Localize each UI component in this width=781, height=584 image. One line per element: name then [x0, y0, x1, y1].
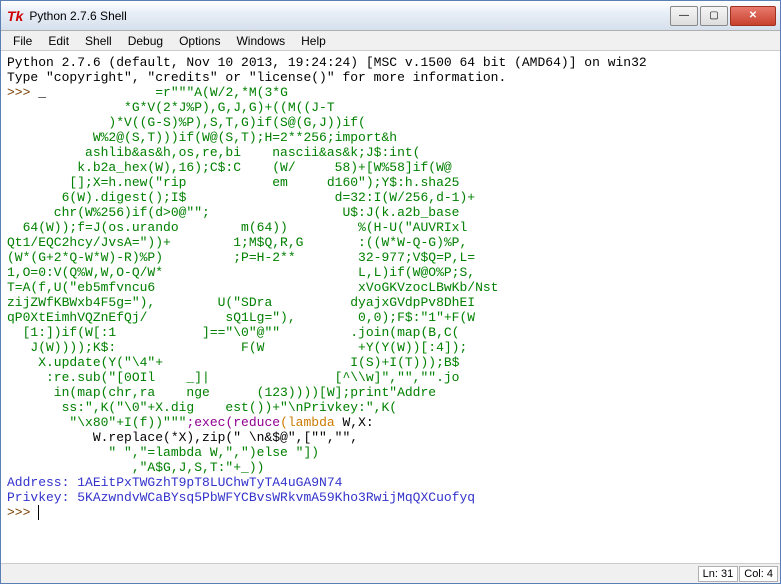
code-line: chr(W%256)if(d>0@""; U$:J(k.a2b_base	[7, 205, 459, 220]
window-title: Python 2.7.6 Shell	[29, 9, 670, 23]
output-address: Address: 1AEitPxTWGzhT9pT8LUChwTyTA4uGA9…	[7, 475, 342, 490]
output-privkey: Privkey: 5KAzwndvWCaBYsq5PbWFYCBvsWRkvmA…	[7, 490, 475, 505]
code-line: ss:",K("\0"+X.dig est())+"\nPrivkey:",K(	[7, 400, 397, 415]
shell-content[interactable]: Python 2.7.6 (default, Nov 10 2013, 19:2…	[1, 51, 780, 563]
tail-line: W.replace(*X),zip(" \n&$@",["","",	[7, 430, 358, 445]
menubar: File Edit Shell Debug Options Windows He…	[1, 31, 780, 51]
exec-keyword: ;exec(	[186, 415, 233, 430]
prompt: >>>	[7, 505, 38, 520]
code-line: 6(W).digest();I$ d=32:I(W/256,d-1)+	[7, 190, 475, 205]
header-line1: Python 2.7.6 (default, Nov 10 2013, 19:2…	[7, 55, 647, 70]
code-line: T=A(f,U("eb5mfvncu6 xVoGKVzocLBwKb/Nst	[7, 280, 498, 295]
code-line: )*V((G-S)%P),S,T,G)if(S@(G,J))if(	[7, 115, 366, 130]
menu-shell[interactable]: Shell	[77, 32, 120, 50]
code-line: 1,O=0:V(Q%W,W,O-Q/W* L,L)if(W@O%P;S,	[7, 265, 475, 280]
code-line: zijZWfKBWxb4F5g="), U("SDra dyajxGVdpPv8…	[7, 295, 475, 310]
code-line: =r"""A(W/2,*M(3*G	[155, 85, 288, 100]
menu-file[interactable]: File	[5, 32, 40, 50]
code-line: Qt1/EQC2hcy/JvsA="))+ 1;M$Q,R,G :((W*W-Q…	[7, 235, 467, 250]
menu-help[interactable]: Help	[293, 32, 334, 50]
code-line: qP0XtEimhVQZnEfQj/ sQ1Lg="), 0,0);F$:"1"…	[7, 310, 475, 325]
code-line: :re.sub("[0OIl _]| [^\\w]","","".jo	[7, 370, 459, 385]
code-line: W%2@(S,T)))if(W@(S,T);H=2**256;import&h	[7, 130, 397, 145]
status-line: Ln: 31	[698, 566, 739, 582]
titlebar[interactable]: Tk Python 2.7.6 Shell — ▢ ✕	[1, 1, 780, 31]
code-line: *G*V(2*J%P),G,J,G)+((M((J-T	[7, 100, 335, 115]
code-line: in(map(chr,ra nge (123))))[W];print"Addr…	[7, 385, 436, 400]
cursor	[38, 505, 47, 520]
tail-line: ,"A$G,J,S,T:"+_))	[7, 460, 264, 475]
statusbar: Ln: 31 Col: 4	[1, 563, 780, 583]
lambda-tail: W,X:	[335, 415, 374, 430]
code-line: k.b2a_hex(W),16);C$:C (W/ 58)+[W%58]if(W…	[7, 160, 452, 175]
menu-debug[interactable]: Debug	[120, 32, 171, 50]
window-controls: — ▢ ✕	[670, 6, 776, 26]
header-line2: Type "copyright", "credits" or "license(…	[7, 70, 506, 85]
minimize-button[interactable]: —	[670, 6, 698, 26]
maximize-button[interactable]: ▢	[700, 6, 728, 26]
prompt-tail: _	[38, 85, 155, 100]
window-frame: Tk Python 2.7.6 Shell — ▢ ✕ File Edit Sh…	[0, 0, 781, 584]
close-button[interactable]: ✕	[730, 6, 776, 26]
menu-edit[interactable]: Edit	[40, 32, 77, 50]
status-col: Col: 4	[739, 566, 778, 582]
code-line: ashlib&as&h,os,re,bi nascii&as&k;J$:int(	[7, 145, 420, 160]
code-line: [1:])if(W[:1 ]=="\0"@"" .join(map(B,C(	[7, 325, 459, 340]
tk-icon: Tk	[7, 8, 23, 24]
code-line: 64(W));f=J(os.urando m(64)) %(H-U("AUVRI…	[7, 220, 467, 235]
reduce-keyword: reduce	[233, 415, 280, 430]
prompt: >>>	[7, 85, 38, 100]
lambda-keyword: (lambda	[280, 415, 335, 430]
tail-line: " ","=lambda W,",")else "])	[7, 445, 319, 460]
code-line: X.update(Y("\4"+ I(S)+I(T)));B$	[7, 355, 459, 370]
code-line: J(W))));K$: F(W +Y(Y(W))[:4]);	[7, 340, 467, 355]
code-line: "\x80"+I(f))"""	[7, 415, 186, 430]
menu-options[interactable]: Options	[171, 32, 228, 50]
code-line: [];X=h.new("rip em d160");Y$:h.sha25	[7, 175, 459, 190]
code-line: (W*(G+2*Q-W*W)-R)%P) ;P=H-2** 32-977;V$Q…	[7, 250, 475, 265]
menu-windows[interactable]: Windows	[228, 32, 293, 50]
